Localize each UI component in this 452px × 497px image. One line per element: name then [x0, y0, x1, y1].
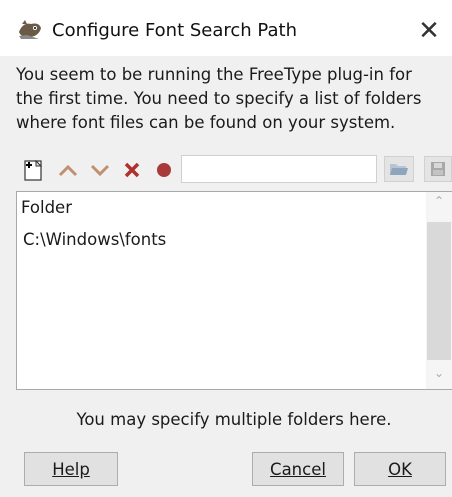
hint-text: You may specify multiple folders here.	[76, 410, 392, 429]
open-folder-icon	[390, 164, 408, 175]
move-up-icon	[58, 164, 78, 177]
move-down-icon	[90, 164, 110, 177]
folder-row[interactable]: C:\Windows\fonts	[23, 230, 166, 249]
move-up-button[interactable]	[54, 155, 82, 185]
move-down-button[interactable]	[86, 155, 114, 185]
cancel-button[interactable]: Cancel	[252, 452, 344, 486]
new-folder-button[interactable]	[19, 155, 47, 185]
intro-line-3: where font files can be found on your sy…	[16, 113, 396, 132]
intro-line-2: the first time. You need to specify a li…	[16, 89, 422, 108]
folder-list[interactable]: Folder C:\Windows\fonts ⌃ ⌄	[16, 191, 452, 390]
scroll-up-icon[interactable]: ⌃	[426, 194, 452, 214]
delete-button[interactable]	[118, 155, 146, 185]
folder-column-header[interactable]: Folder	[21, 198, 72, 217]
save-icon	[431, 162, 445, 176]
record-button[interactable]	[150, 155, 178, 185]
delete-icon	[124, 162, 140, 178]
intro-text: You seem to be running the FreeType plug…	[16, 63, 452, 145]
intro-line-1: You seem to be running the FreeType plug…	[16, 65, 412, 84]
record-icon	[157, 163, 171, 177]
save-button[interactable]	[424, 156, 452, 182]
open-folder-button[interactable]	[384, 156, 414, 182]
vertical-scrollbar[interactable]: ⌃ ⌄	[426, 192, 452, 389]
folder-path-input[interactable]	[181, 155, 377, 183]
gimp-app-icon	[19, 20, 41, 39]
path-toolbar	[16, 155, 452, 187]
scroll-down-icon[interactable]: ⌄	[426, 366, 452, 386]
scroll-thumb[interactable]	[427, 222, 451, 360]
help-button[interactable]: Help	[24, 452, 118, 486]
new-folder-icon	[24, 159, 43, 181]
ok-button[interactable]: OK	[354, 452, 446, 486]
close-icon[interactable]: ✕	[412, 14, 446, 48]
title-bar: Configure Font Search Path ✕	[0, 0, 452, 56]
window-title: Configure Font Search Path	[52, 20, 297, 41]
